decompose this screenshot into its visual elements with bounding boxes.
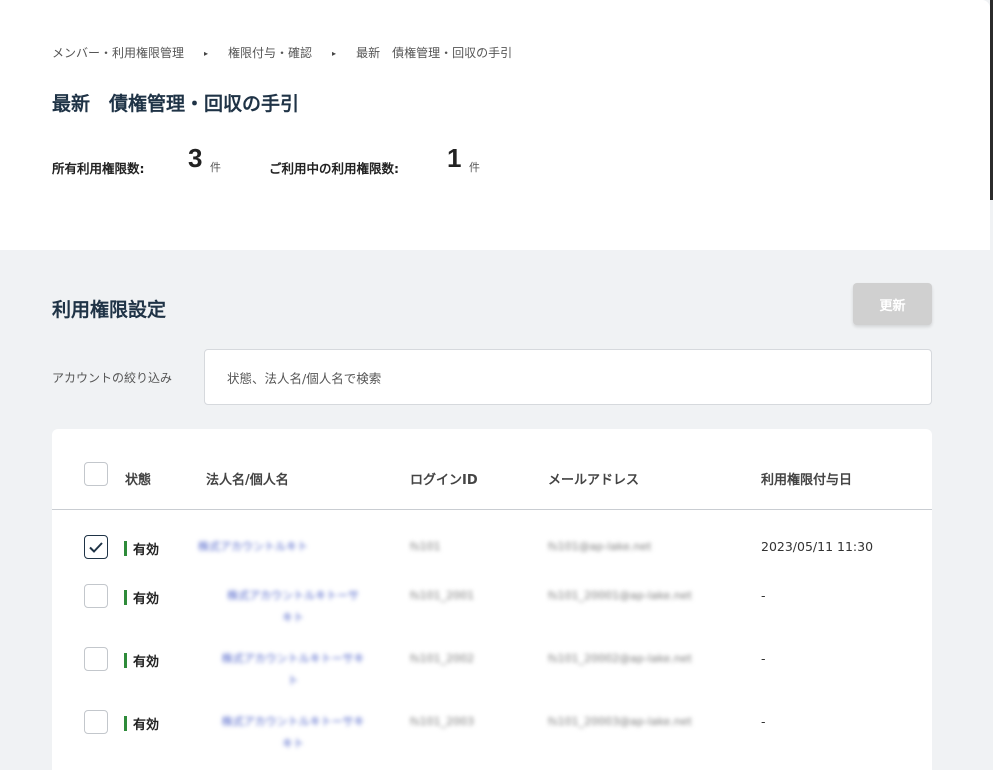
breadcrumb-separator-icon: ▸ [332,49,337,58]
column-header-login-id[interactable]: ログインID [410,469,478,488]
status-indicator [124,716,127,731]
status-indicator [124,590,127,605]
update-button[interactable]: 更新 [853,283,932,325]
inuse-count-label: ご利用中の利用権限数: [269,161,399,176]
owned-count-unit: 件 [210,161,221,174]
section-title: 利用権限設定 [52,299,167,321]
name-cell: 株式アカウントルキトーサキ ト [221,652,365,687]
row-checkbox[interactable] [84,710,108,734]
table-row[interactable]: 有効 株式アカウントルキトーサキ キト fs101_2003 fs101_200… [52,708,932,768]
breadcrumb-separator-icon: ▸ [204,49,209,58]
search-input[interactable]: 状態、法人名/個人名で検索 [204,349,932,405]
email-cell: fs101@ap-lake.net [548,540,652,553]
select-all-checkbox[interactable] [84,462,108,486]
email-cell: fs101_20002@ap-lake.net [548,652,692,665]
breadcrumb-item-members[interactable]: メンバー・利用権限管理 [52,44,184,61]
granted-date-cell: - [761,714,766,729]
status-text: 有効 [133,543,160,558]
row-checkbox[interactable] [84,535,108,559]
check-icon [89,541,103,553]
status-badge: 有効 [124,539,159,558]
owned-count-label: 所有利用権限数: [52,161,145,176]
inuse-count-unit: 件 [469,161,480,174]
permissions-table: 状態 法人名/個人名 ログインID メールアドレス 利用権限付与日 有効 株式ア… [52,429,932,770]
header-panel [0,0,990,250]
login-id-cell: fs101_2003 [410,715,475,728]
table-row[interactable]: 有効 株式アカウントルキトーサキ ト fs101_2002 fs101_2000… [52,645,932,705]
granted-date-cell: 2023/05/11 11:30 [761,539,874,554]
status-indicator [124,653,127,668]
login-id-cell: fs101_2002 [410,652,475,665]
column-header-email[interactable]: メールアドレス [548,469,639,488]
filter-label: アカウントの絞り込み [52,371,173,385]
name-cell: 株式アカウントルキト [198,540,308,553]
table-header: 状態 法人名/個人名 ログインID メールアドレス 利用権限付与日 [52,429,932,510]
column-header-granted-date[interactable]: 利用権限付与日 [761,469,852,488]
name-cell: 株式アカウントルキトーサ キト [227,589,359,624]
breadcrumb-item-current: 最新 債権管理・回収の手引 [356,46,513,60]
breadcrumb: メンバー・利用権限管理 ▸ 権限付与・確認 ▸ 最新 債権管理・回収の手引 [52,44,512,61]
status-badge: 有効 [124,714,159,733]
owned-count-value: 3 [188,143,203,173]
status-text: 有効 [133,718,160,733]
row-checkbox[interactable] [84,584,108,608]
inuse-count-value: 1 [447,143,462,173]
login-id-cell: fs101 [410,540,441,553]
email-cell: fs101_20003@ap-lake.net [548,715,692,728]
status-badge: 有効 [124,651,159,670]
status-indicator [124,541,127,556]
granted-date-cell: - [761,651,766,666]
row-checkbox[interactable] [84,647,108,671]
login-id-cell: fs101_2001 [410,589,475,602]
table-row[interactable]: 有効 株式アカウントルキト fs101 fs101@ap-lake.net 20… [52,529,932,589]
status-text: 有効 [133,592,160,607]
table-row[interactable]: 有効 株式アカウントルキトーサ キト fs101_2001 fs101_2000… [52,582,932,642]
granted-date-cell: - [761,588,766,603]
column-header-name[interactable]: 法人名/個人名 [206,469,289,488]
breadcrumb-item-permissions[interactable]: 権限付与・確認 [228,44,312,61]
column-header-status[interactable]: 状態 [125,469,151,488]
page-title: 最新 債権管理・回収の手引 [52,93,300,115]
name-cell: 株式アカウントルキトーサキ キト [221,715,365,750]
status-badge: 有効 [124,588,159,607]
email-cell: fs101_20001@ap-lake.net [548,589,692,602]
status-text: 有効 [133,655,160,670]
